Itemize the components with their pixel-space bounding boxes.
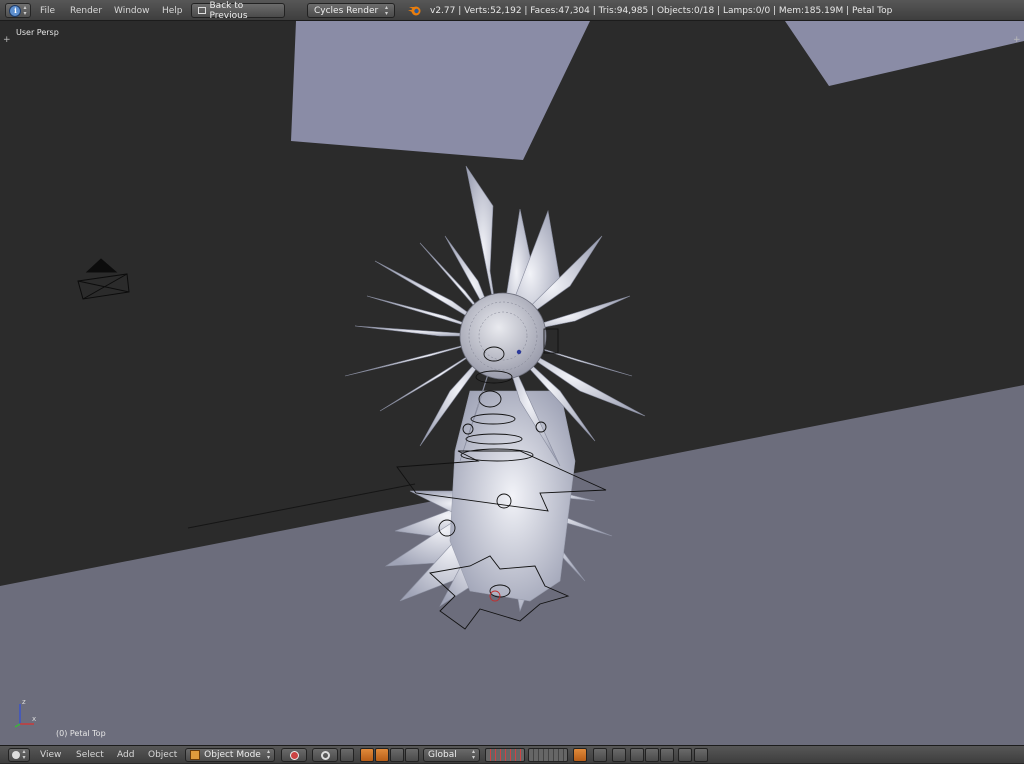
scale-manipulator-button[interactable] [405,748,419,762]
stem-body [449,390,576,602]
snap-icon[interactable] [612,748,626,762]
info-editor-icon: i [9,4,22,17]
editor-type-button[interactable]: ▴ ▾ [8,748,30,762]
pivot-select[interactable] [312,748,338,762]
layer-buttons-right[interactable] [528,748,568,762]
object-mode-icon [190,750,200,760]
translate-manipulator-button[interactable] [360,748,374,762]
flower-center [459,292,547,380]
menu-help[interactable]: Help [162,0,183,21]
info-header: i ▴ ▾ File Render Window Help Back to Pre… [0,0,1024,21]
active-object-label: (0) Petal Top [56,729,106,738]
blender-logo-icon [408,6,421,16]
pivot-icon [320,750,330,760]
svg-text:z: z [22,698,26,706]
scene-statistics: v2.77 | Verts:52,192 | Faces:47,304 | Tr… [430,5,893,16]
corner-split-handle[interactable]: + [3,35,11,45]
render-animation-icon[interactable] [694,748,708,762]
render-preview-icon[interactable] [678,748,692,762]
snap-element-icon[interactable] [630,748,644,762]
menu-select[interactable]: Select [76,746,104,764]
viewport-shading-select[interactable] [281,748,307,762]
chevron-updown-icon: ▴ ▾ [23,3,27,17]
orientation-select[interactable]: Global ▴ ▾ [423,748,480,762]
manipulator-icon[interactable] [340,748,354,762]
wall-panel-left [291,21,590,160]
corner-split-handle[interactable]: + [1013,35,1021,45]
view-label: User Persp [16,28,59,37]
proportional-edit-icon[interactable] [593,748,607,762]
scale-manipulator-button[interactable] [390,748,404,762]
axis-gizmo-icon: z x [14,698,36,728]
render-engine-select[interactable]: Cycles Render ▴ ▾ [307,3,395,18]
view3d-editor-icon [12,751,21,759]
view3d-header: ▴ ▾ View Select Add Object Object Mode ▴ ▾… [0,745,1024,763]
scene-render [0,21,1024,745]
wall-panel-right [785,21,1024,86]
svg-text:x: x [32,715,36,723]
viewport-shading-icon [289,750,299,760]
chevron-updown-icon: ▴ ▾ [266,748,270,761]
menu-object[interactable]: Object [148,746,177,764]
rotate-manipulator-button[interactable] [375,748,389,762]
editor-type-button[interactable]: i ▴ ▾ [5,3,31,18]
chevron-updown-icon: ▴ ▾ [384,3,388,17]
camera-object [77,258,130,300]
lock-camera-layers-button[interactable] [573,748,587,762]
menu-view[interactable]: View [40,746,61,764]
3d-viewport[interactable]: User Persp + + (0) Petal Top z x [0,21,1024,745]
snap-target-icon[interactable] [645,748,659,762]
menu-render[interactable]: Render [70,0,102,21]
menu-file[interactable]: File [40,0,55,21]
menu-window[interactable]: Window [114,0,150,21]
chevron-updown-icon: ▴ ▾ [22,748,26,761]
chevron-updown-icon: ▴ ▾ [471,748,475,761]
back-to-previous-button[interactable]: Back to Previous [191,1,285,21]
mode-select[interactable]: Object Mode ▴ ▾ [185,748,275,762]
menu-add[interactable]: Add [117,746,134,764]
fullscreen-icon [198,7,206,14]
snap-options-icon[interactable] [660,748,674,762]
layer-buttons-left[interactable] [485,748,525,762]
